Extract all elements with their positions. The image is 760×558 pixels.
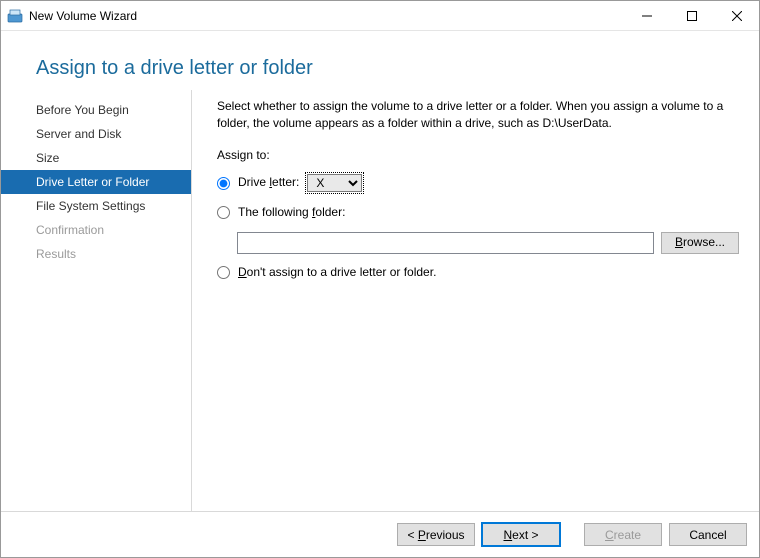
folder-path-row: Browse... xyxy=(237,232,739,254)
radio-row-folder[interactable]: The following folder: xyxy=(217,204,739,221)
radio-folder-label: The following folder: xyxy=(238,204,345,221)
previous-button[interactable]: < Previous xyxy=(397,523,475,546)
radio-row-drive-letter[interactable]: Drive letter: X xyxy=(217,172,739,194)
folder-path-input[interactable] xyxy=(237,232,654,254)
wizard-sidebar: Before You Begin Server and Disk Size Dr… xyxy=(1,90,192,511)
radio-dont-assign-label: Don't assign to a drive letter or folder… xyxy=(238,264,436,281)
page-title: Assign to a drive letter or folder xyxy=(36,57,759,80)
sidebar-item-results: Results xyxy=(1,242,191,266)
assign-to-label: Assign to: xyxy=(217,147,739,164)
drive-select-focus-ring: X xyxy=(305,172,364,194)
close-button[interactable] xyxy=(714,1,759,30)
app-icon xyxy=(7,8,23,24)
radio-folder[interactable] xyxy=(217,206,230,219)
radio-drive-letter-label: Drive letter: xyxy=(238,174,299,191)
wizard-footer: < Previous Next > Create Cancel xyxy=(1,511,759,557)
cancel-button[interactable]: Cancel xyxy=(669,523,747,546)
wizard-header: Assign to a drive letter or folder xyxy=(1,31,759,90)
wizard-content: Select whether to assign the volume to a… xyxy=(192,90,759,511)
sidebar-item-file-system-settings[interactable]: File System Settings xyxy=(1,194,191,218)
next-button[interactable]: Next > xyxy=(482,523,560,546)
sidebar-item-confirmation: Confirmation xyxy=(1,218,191,242)
radio-row-none[interactable]: Don't assign to a drive letter or folder… xyxy=(217,264,739,281)
titlebar: New Volume Wizard xyxy=(1,1,759,31)
wizard-body: Before You Begin Server and Disk Size Dr… xyxy=(1,90,759,511)
minimize-button[interactable] xyxy=(624,1,669,30)
assign-radio-group: Drive letter: X The following folder: Br… xyxy=(217,172,739,281)
maximize-button[interactable] xyxy=(669,1,714,30)
radio-dont-assign[interactable] xyxy=(217,266,230,279)
intro-text: Select whether to assign the volume to a… xyxy=(217,98,739,133)
sidebar-item-size[interactable]: Size xyxy=(1,146,191,170)
radio-drive-letter[interactable] xyxy=(217,177,230,190)
sidebar-item-drive-letter-or-folder[interactable]: Drive Letter or Folder xyxy=(1,170,191,194)
window-controls xyxy=(624,1,759,30)
browse-button[interactable]: Browse... xyxy=(661,232,739,254)
sidebar-item-before-you-begin[interactable]: Before You Begin xyxy=(1,98,191,122)
window-title: New Volume Wizard xyxy=(29,9,137,23)
drive-letter-select[interactable]: X xyxy=(307,174,362,192)
sidebar-item-server-and-disk[interactable]: Server and Disk xyxy=(1,122,191,146)
create-button: Create xyxy=(584,523,662,546)
